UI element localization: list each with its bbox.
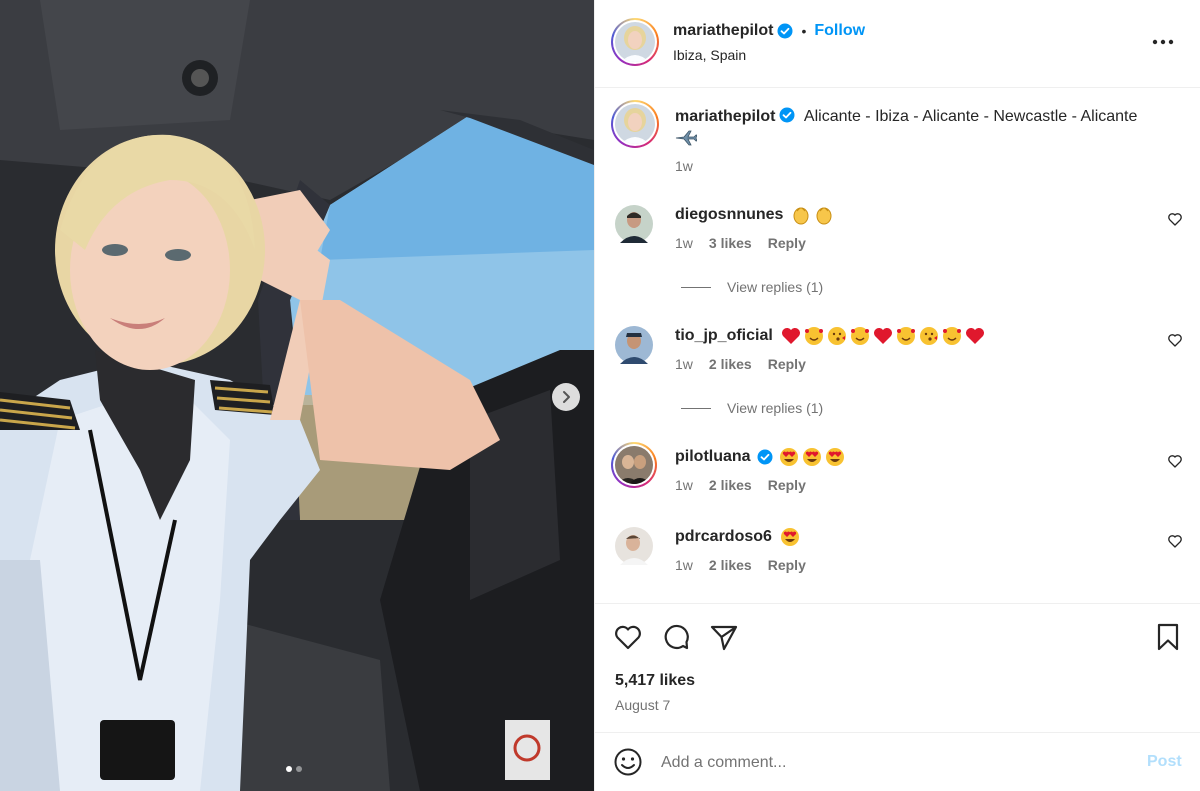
replies-line <box>681 407 711 409</box>
comment-time[interactable]: 1w <box>675 356 693 372</box>
post-date[interactable]: August 7 <box>615 697 670 713</box>
post-actions: 5,417 likes August 7 <box>595 603 1200 733</box>
cockpit-selfie-photo <box>0 0 594 791</box>
heart-eyes-emoji-icon <box>780 528 799 546</box>
reply-button[interactable]: Reply <box>768 356 806 372</box>
post-side-panel: mariathepilot • Follow Ibiza, Spain mari… <box>594 0 1200 791</box>
view-replies-button[interactable]: View replies (1) <box>681 279 823 295</box>
smiling-hearts-emoji-icon <box>942 327 961 345</box>
heart-eyes-emoji-icon <box>802 448 821 466</box>
airplane-emoji-icon <box>675 130 698 146</box>
comment-bubble-icon[interactable] <box>661 622 691 652</box>
commenter-avatar[interactable] <box>615 527 653 565</box>
post-location[interactable]: Ibiza, Spain <box>673 47 746 63</box>
smiling-hearts-emoji-icon <box>896 327 915 345</box>
comment-likes[interactable]: 2 likes <box>709 557 752 573</box>
comment-likes[interactable]: 3 likes <box>709 235 752 251</box>
comment-like-heart-icon[interactable] <box>1167 453 1183 469</box>
verified-badge-icon <box>777 23 793 39</box>
kissing-emoji-icon <box>827 327 846 345</box>
comment-time[interactable]: 1w <box>675 235 693 251</box>
header-separator: • <box>801 23 807 39</box>
add-comment-bar: Post <box>595 732 1200 791</box>
red-heart-emoji-icon <box>781 328 800 344</box>
view-replies-label: View replies (1) <box>727 400 824 416</box>
red-heart-emoji-icon <box>965 328 984 344</box>
avatar-image <box>615 446 653 484</box>
caption-avatar[interactable] <box>611 100 659 148</box>
caption-text: mariathepilot Alicante - Ibiza - Alicant… <box>675 106 1175 148</box>
post-comment-button[interactable]: Post <box>1147 753 1182 771</box>
likes-count[interactable]: 5,417 likes <box>615 672 695 690</box>
save-bookmark-icon[interactable] <box>1153 622 1183 652</box>
clapping-hands-emoji-icon <box>816 207 832 225</box>
comment-like-heart-icon[interactable] <box>1167 533 1183 549</box>
author-avatar[interactable] <box>611 18 659 66</box>
comment-time[interactable]: 1w <box>675 477 693 493</box>
clapping-hands-emoji-icon <box>793 207 809 225</box>
emoji-picker-icon[interactable] <box>613 747 643 777</box>
comment-likes[interactable]: 2 likes <box>709 356 752 372</box>
verified-badge-icon <box>779 107 795 123</box>
post-header: mariathepilot • Follow Ibiza, Spain <box>595 0 1200 88</box>
comment-input[interactable] <box>661 748 1121 778</box>
comment-username[interactable]: tio_jp_oficial <box>675 327 773 345</box>
view-replies-label: View replies (1) <box>727 279 824 295</box>
smiling-hearts-emoji-icon <box>804 327 823 345</box>
commenter-avatar[interactable] <box>615 205 653 243</box>
carousel-next-button[interactable] <box>552 383 580 411</box>
comment-time[interactable]: 1w <box>675 557 693 573</box>
carousel-dot <box>286 766 292 772</box>
comment-username[interactable]: pdrcardoso6 <box>675 528 772 546</box>
heart-eyes-emoji-icon <box>779 448 798 466</box>
heart-eyes-emoji-icon <box>825 448 844 466</box>
follow-button[interactable]: Follow <box>814 22 865 40</box>
comment-like-heart-icon[interactable] <box>1167 332 1183 348</box>
view-replies-button[interactable]: View replies (1) <box>681 400 823 416</box>
comment-username[interactable]: diegosnnunes <box>675 206 783 224</box>
avatar-image <box>615 104 655 144</box>
author-username[interactable]: mariathepilot <box>673 22 773 40</box>
chevron-right-icon <box>563 391 570 403</box>
caption-username[interactable]: mariathepilot <box>675 108 775 125</box>
share-paper-plane-icon[interactable] <box>709 622 739 652</box>
smiling-hearts-emoji-icon <box>850 327 869 345</box>
verified-badge-icon <box>757 449 773 465</box>
comment-username[interactable]: pilotluana <box>675 448 751 466</box>
comment-likes[interactable]: 2 likes <box>709 477 752 493</box>
carousel-dot <box>296 766 302 772</box>
carousel-dots <box>286 766 302 772</box>
like-heart-icon[interactable] <box>613 622 643 652</box>
more-dots-icon <box>1152 39 1174 45</box>
commenter-avatar[interactable] <box>615 326 653 364</box>
caption-timestamp[interactable]: 1w <box>675 158 693 174</box>
caption-body: Alicante - Ibiza - Alicante - Newcastle … <box>803 108 1138 125</box>
commenter-avatar[interactable] <box>611 442 657 488</box>
replies-line <box>681 286 711 288</box>
reply-button[interactable]: Reply <box>768 477 806 493</box>
red-heart-emoji-icon <box>873 328 892 344</box>
comment-like-heart-icon[interactable] <box>1167 211 1183 227</box>
avatar-image <box>615 22 655 62</box>
post-photo[interactable] <box>0 0 594 791</box>
reply-button[interactable]: Reply <box>768 235 806 251</box>
reply-button[interactable]: Reply <box>768 557 806 573</box>
kissing-emoji-icon <box>919 327 938 345</box>
more-options-button[interactable] <box>1147 30 1179 54</box>
